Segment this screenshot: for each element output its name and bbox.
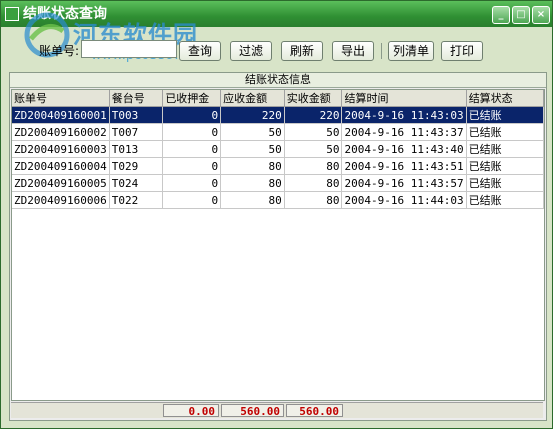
- cell-bill-no: ZD200409160003: [12, 140, 110, 158]
- cell-received: 80: [284, 157, 343, 175]
- cell-settle-time: 2004-9-16 11:43:57: [341, 174, 467, 192]
- cell-receivable: 80: [220, 191, 285, 209]
- cell-table-no: T013: [109, 140, 164, 158]
- cell-settle-time: 2004-9-16 11:43:37: [341, 123, 467, 141]
- account-input[interactable]: [81, 40, 177, 58]
- cell-deposit: 0: [162, 157, 222, 175]
- cell-bill-no: ZD200409160001: [12, 106, 110, 124]
- table-header: 账单号 餐台号 已收押金 应收金额 实收金额 结算时间 结算状态: [12, 90, 544, 107]
- window-title: 结账状态查询: [23, 6, 107, 22]
- toolbar-separator: [381, 43, 382, 59]
- export-button[interactable]: 导出: [332, 41, 374, 61]
- cell-table-no: T029: [109, 157, 164, 175]
- cell-received: 50: [284, 123, 343, 141]
- col-header-settle-status[interactable]: 结算状态: [466, 90, 544, 107]
- table-row[interactable]: ZD200409160005 T024 0 80 80 2004-9-16 11…: [12, 174, 544, 192]
- cell-table-no: T022: [109, 191, 164, 209]
- title-bar[interactable]: 结账状态查询 _ □ ×: [1, 1, 552, 27]
- table-row[interactable]: ZD200409160001 T003 0 220 220 2004-9-16 …: [12, 106, 544, 124]
- minimize-button[interactable]: _: [492, 6, 510, 24]
- cell-settle-status: 已结账: [466, 157, 544, 175]
- cell-bill-no: ZD200409160004: [12, 157, 110, 175]
- cell-receivable: 80: [220, 174, 285, 192]
- cell-received: 80: [284, 191, 343, 209]
- refresh-button[interactable]: 刷新: [281, 41, 323, 61]
- settlement-table: 账单号 餐台号 已收押金 应收金额 实收金额 结算时间 结算状态 ZD20040…: [12, 90, 544, 209]
- cell-bill-no: ZD200409160002: [12, 123, 110, 141]
- main-window: 结账状态查询 _ □ × 河东软件园 www.pc0359.cn 账单号: 查询…: [0, 0, 553, 429]
- cell-receivable: 80: [220, 157, 285, 175]
- cell-table-no: T007: [109, 123, 164, 141]
- total-deposit: 0.00: [163, 404, 219, 418]
- table-row[interactable]: ZD200409160003 T013 0 50 50 2004-9-16 11…: [12, 140, 544, 158]
- cell-receivable: 220: [220, 106, 285, 124]
- total-received: 560.00: [286, 404, 343, 418]
- cell-settle-status: 已结账: [466, 140, 544, 158]
- cell-deposit: 0: [162, 191, 222, 209]
- settlement-panel: 结账状态信息 账单号 餐台号 已收押金 应收金额 实收金额 结算时间 结算状态: [9, 72, 547, 421]
- col-header-bill-no[interactable]: 账单号: [12, 90, 110, 107]
- cell-deposit: 0: [162, 123, 222, 141]
- col-header-settle-time[interactable]: 结算时间: [341, 90, 467, 107]
- list-button[interactable]: 列清单: [388, 41, 434, 61]
- cell-bill-no: ZD200409160006: [12, 191, 110, 209]
- totals-bar: 0.00 560.00 560.00: [11, 402, 543, 418]
- table-row[interactable]: ZD200409160004 T029 0 80 80 2004-9-16 11…: [12, 157, 544, 175]
- cell-settle-status: 已结账: [466, 191, 544, 209]
- col-header-received[interactable]: 实收金额: [284, 90, 343, 107]
- cell-received: 220: [284, 106, 343, 124]
- cell-settle-time: 2004-9-16 11:44:03: [341, 191, 467, 209]
- cell-settle-status: 已结账: [466, 106, 544, 124]
- table-row[interactable]: ZD200409160002 T007 0 50 50 2004-9-16 11…: [12, 123, 544, 141]
- cell-bill-no: ZD200409160005: [12, 174, 110, 192]
- cell-deposit: 0: [162, 106, 222, 124]
- app-icon: [5, 7, 19, 21]
- account-label: 账单号:: [39, 44, 80, 58]
- cell-settle-time: 2004-9-16 11:43:03: [341, 106, 467, 124]
- cell-deposit: 0: [162, 174, 222, 192]
- maximize-button[interactable]: □: [512, 6, 530, 24]
- cell-receivable: 50: [220, 123, 285, 141]
- print-button[interactable]: 打印: [441, 41, 483, 61]
- total-receivable: 560.00: [221, 404, 284, 418]
- cell-settle-time: 2004-9-16 11:43:51: [341, 157, 467, 175]
- cell-settle-status: 已结账: [466, 123, 544, 141]
- cell-received: 80: [284, 174, 343, 192]
- panel-title: 结账状态信息: [10, 73, 546, 88]
- cell-receivable: 50: [220, 140, 285, 158]
- cell-received: 50: [284, 140, 343, 158]
- query-button[interactable]: 查询: [179, 41, 221, 61]
- close-button[interactable]: ×: [532, 6, 550, 24]
- data-grid[interactable]: 账单号 餐台号 已收押金 应收金额 实收金额 结算时间 结算状态 ZD20040…: [11, 89, 545, 401]
- filter-button[interactable]: 过滤: [230, 41, 272, 61]
- cell-settle-status: 已结账: [466, 174, 544, 192]
- col-header-receivable[interactable]: 应收金额: [220, 90, 285, 107]
- cell-table-no: T024: [109, 174, 164, 192]
- cell-settle-time: 2004-9-16 11:43:40: [341, 140, 467, 158]
- table-row[interactable]: ZD200409160006 T022 0 80 80 2004-9-16 11…: [12, 191, 544, 209]
- col-header-deposit[interactable]: 已收押金: [162, 90, 222, 107]
- cell-deposit: 0: [162, 140, 222, 158]
- cell-table-no: T003: [109, 106, 164, 124]
- col-header-table-no[interactable]: 餐台号: [109, 90, 164, 107]
